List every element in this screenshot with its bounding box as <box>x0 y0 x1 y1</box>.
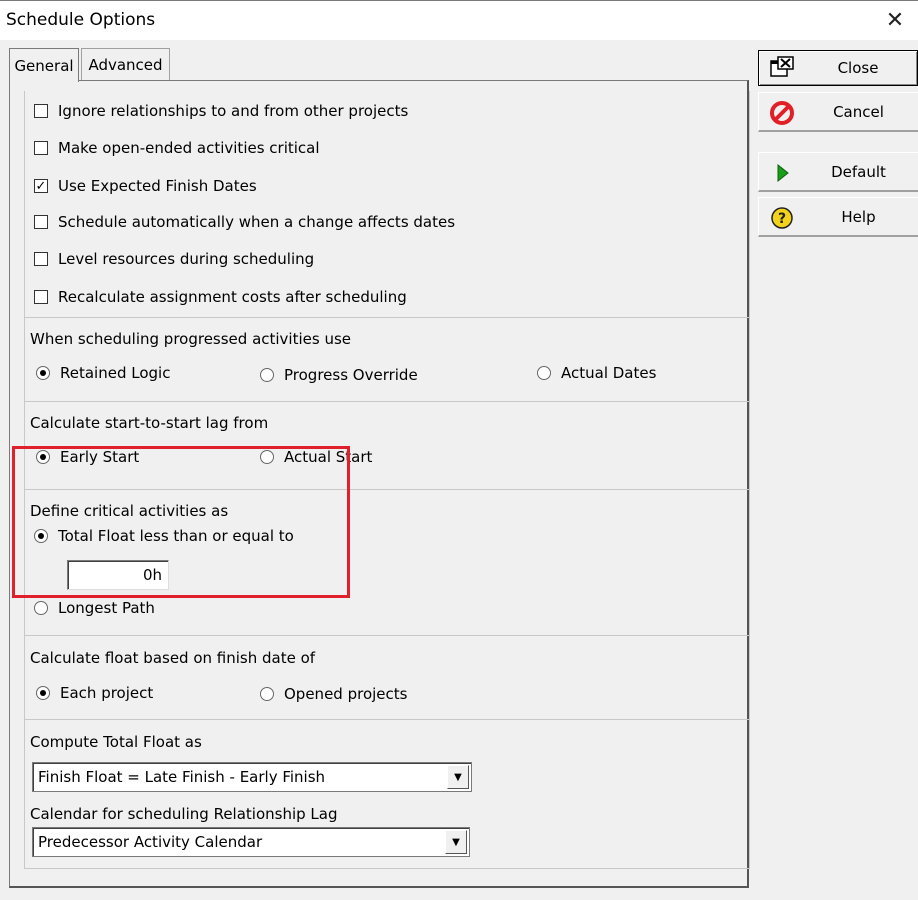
checkbox-box[interactable] <box>34 252 48 266</box>
group-heading: Calendar for scheduling Relationship Lag <box>30 805 338 823</box>
checkbox-schedule-automatically[interactable]: Schedule automatically when a change aff… <box>34 213 455 231</box>
help-question-icon: ? <box>769 205 795 231</box>
cancel-button-label: Cancel <box>833 102 884 121</box>
dropdown-arrow-icon[interactable]: ▼ <box>447 765 469 789</box>
radio-early-start[interactable]: Early Start <box>36 448 139 466</box>
dropdown-arrow-icon[interactable]: ▼ <box>445 830 467 854</box>
group-heading: Calculate start-to-start lag from <box>30 414 269 432</box>
radio-actual-start[interactable]: Actual Start <box>260 448 372 466</box>
checkbox-box[interactable] <box>34 141 48 155</box>
radio-icon[interactable] <box>260 687 274 701</box>
tab-general[interactable]: General <box>9 48 79 82</box>
radio-selected-icon[interactable] <box>36 366 50 380</box>
lag-calendar-select[interactable]: Predecessor Activity Calendar ▼ <box>32 827 470 857</box>
close-button[interactable]: Close <box>758 50 918 86</box>
total-float-input[interactable]: 0h <box>67 560 169 590</box>
checkbox-label: Ignore relationships to and from other p… <box>58 102 409 120</box>
ss-lag-heading: Calculate start-to-start lag from <box>30 414 268 432</box>
radio-total-float[interactable]: Total Float less than or equal to <box>34 527 294 545</box>
radio-label: Retained Logic <box>60 364 171 382</box>
default-button[interactable]: Default <box>758 152 918 192</box>
tab-advanced-label: Advanced <box>88 55 163 74</box>
radio-retained-logic[interactable]: Retained Logic <box>36 364 170 382</box>
checkbox-box[interactable] <box>34 290 48 304</box>
help-button-label: Help <box>841 207 876 226</box>
radio-icon[interactable] <box>34 601 48 615</box>
radio-icon[interactable] <box>260 368 274 382</box>
tab-general-label: General <box>14 56 74 75</box>
checkbox-label: Schedule automatically when a change aff… <box>58 213 456 231</box>
checkbox-recalculate-costs[interactable]: Recalculate assignment costs after sched… <box>34 288 407 306</box>
tab-advanced[interactable]: Advanced <box>81 48 170 80</box>
lag-calendar-heading: Calendar for scheduling Relationship Lag <box>30 805 338 823</box>
group-heading: Calculate float based on finish date of <box>30 649 316 667</box>
checkbox-open-ended-critical[interactable]: Make open-ended activities critical <box>34 139 320 157</box>
general-tab-panel: Ignore relationships to and from other p… <box>9 80 750 888</box>
total-float-heading: Compute Total Float as <box>30 733 202 751</box>
checkbox-label: Level resources during scheduling <box>58 250 315 268</box>
float-basis-heading: Calculate float based on finish date of <box>30 649 315 667</box>
checkbox-label: Recalculate assignment costs after sched… <box>58 288 407 306</box>
radio-label: Longest Path <box>58 599 155 617</box>
group-heading: Define critical activities as <box>30 502 229 520</box>
help-button[interactable]: ? Help <box>758 197 918 237</box>
group-heading: Compute Total Float as <box>30 733 202 751</box>
radio-label: Opened projects <box>284 685 408 703</box>
radio-progress-override[interactable]: Progress Override <box>260 366 418 384</box>
radio-opened-projects[interactable]: Opened projects <box>260 685 407 703</box>
group-heading: When scheduling progressed activities us… <box>30 330 352 348</box>
checkbox-label: Make open-ended activities critical <box>58 139 320 157</box>
float-basis-group <box>24 635 750 719</box>
radio-label: Actual Start <box>284 448 373 466</box>
radio-longest-path[interactable]: Longest Path <box>34 599 155 617</box>
radio-selected-icon[interactable] <box>34 529 48 543</box>
close-window-icon <box>769 54 795 80</box>
radio-label: Actual Dates <box>561 364 657 382</box>
progressed-heading: When scheduling progressed activities us… <box>30 330 351 348</box>
scheduling-options-group <box>24 91 750 317</box>
cancel-button[interactable]: Cancel <box>758 92 918 132</box>
radio-label: Progress Override <box>284 366 418 384</box>
radio-icon[interactable] <box>537 366 551 380</box>
checkbox-expected-finish[interactable]: ✓ Use Expected Finish Dates <box>34 177 257 195</box>
checkbox-box[interactable] <box>34 104 48 118</box>
checkbox-ignore-relationships[interactable]: Ignore relationships to and from other p… <box>34 102 408 120</box>
checkmark-icon[interactable]: ✓ <box>34 179 48 193</box>
select-value: Finish Float = Late Finish - Early Finis… <box>38 768 326 786</box>
default-button-label: Default <box>831 162 886 181</box>
radio-icon[interactable] <box>260 450 274 464</box>
radio-label: Each project <box>60 684 154 702</box>
radio-label: Early Start <box>60 448 140 466</box>
checkbox-label: Use Expected Finish Dates <box>58 177 257 195</box>
checkbox-level-resources[interactable]: Level resources during scheduling <box>34 250 314 268</box>
radio-each-project[interactable]: Each project <box>36 684 153 702</box>
close-button-label: Close <box>837 59 879 77</box>
radio-selected-icon[interactable] <box>36 686 50 700</box>
play-triangle-icon <box>769 160 795 186</box>
select-value: Predecessor Activity Calendar <box>38 833 263 851</box>
window-top-border <box>0 0 918 1</box>
title-bar: Schedule Options ✕ <box>0 0 918 40</box>
checkbox-box[interactable] <box>34 215 48 229</box>
radio-selected-icon[interactable] <box>36 450 50 464</box>
radio-actual-dates[interactable]: Actual Dates <box>537 364 656 382</box>
total-float-select[interactable]: Finish Float = Late Finish - Early Finis… <box>32 762 472 792</box>
critical-heading: Define critical activities as <box>30 502 228 520</box>
window-title: Schedule Options <box>6 10 156 30</box>
svg-text:?: ? <box>778 211 786 227</box>
cancel-icon <box>769 100 795 126</box>
window-close-icon[interactable]: ✕ <box>872 0 918 40</box>
radio-label: Total Float less than or equal to <box>58 527 294 545</box>
